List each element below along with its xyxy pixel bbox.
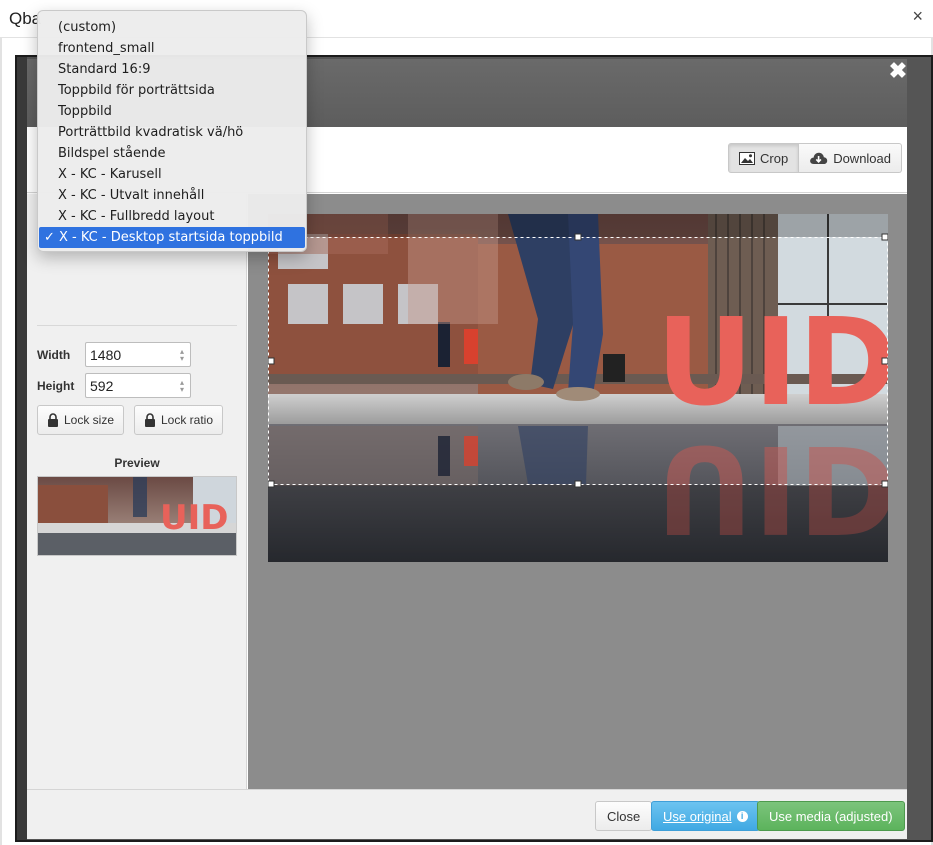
menu-item[interactable]: (custom) xyxy=(38,17,306,38)
mode-button-group: Crop Download xyxy=(728,143,903,173)
menu-item[interactable]: Toppbild för porträttsida xyxy=(38,80,306,101)
info-icon: i xyxy=(736,810,748,822)
height-row: Height 592 ▴ ▾ xyxy=(37,373,191,398)
crop-preview: UID xyxy=(37,476,237,556)
lock-icon xyxy=(48,413,58,427)
menu-item[interactable]: X - KC - Utvalt innehåll xyxy=(38,185,306,206)
use-media-adjusted-button[interactable]: Use media (adjusted) xyxy=(757,801,905,831)
crop-workarea: UID UID xyxy=(248,194,907,789)
width-input[interactable]: 1480 ▴ ▾ xyxy=(85,342,191,367)
overlay-edge xyxy=(17,57,27,840)
width-stepper[interactable]: ▴ ▾ xyxy=(180,347,184,362)
preview-title: Preview xyxy=(114,456,160,470)
menu-item[interactable]: Toppbild xyxy=(38,101,306,122)
width-value: 1480 xyxy=(90,346,122,363)
outer-close-icon[interactable]: × xyxy=(912,6,923,27)
height-label: Height xyxy=(37,378,75,393)
lock-ratio-button[interactable]: Lock ratio xyxy=(134,405,224,435)
use-original-button[interactable]: Use original i xyxy=(651,801,760,831)
sidebar-divider xyxy=(37,325,237,326)
lock-ratio-label: Lock ratio xyxy=(161,413,214,427)
image-icon xyxy=(739,151,755,165)
uid-letters: UID xyxy=(656,294,888,433)
dialog-footer: Close Use original i Use media (adjusted… xyxy=(27,789,907,839)
close-button[interactable]: Close xyxy=(595,801,653,831)
lock-size-button[interactable]: Lock size xyxy=(37,405,125,435)
preview-uid-text: UID xyxy=(160,498,228,538)
lock-size-label: Lock size xyxy=(64,413,115,427)
use-original-label: Use original xyxy=(663,808,732,824)
menu-item[interactable]: Porträttbild kvadratisk vä/hö xyxy=(38,122,306,143)
modal-close-icon[interactable]: ✖ xyxy=(888,60,908,82)
crop-button-label: Crop xyxy=(760,150,789,166)
preset-dropdown-menu: (custom) frontend_small Standard 16:9 To… xyxy=(37,10,307,252)
menu-item[interactable]: X - KC - Fullbredd layout xyxy=(38,206,306,227)
height-stepper[interactable]: ▴ ▾ xyxy=(180,378,184,393)
checkmark-icon: ✓ xyxy=(44,230,55,245)
width-label: Width xyxy=(37,347,71,362)
crop-sidebar: Width 1480 ▴▾ Height 592 ▴▾ Lock size xyxy=(27,194,247,789)
menu-item[interactable]: X - KC - Karusell xyxy=(38,164,306,185)
crop-image[interactable]: UID UID xyxy=(268,214,888,562)
menu-item[interactable]: Bildspel stående xyxy=(38,143,306,164)
cloud-download-icon xyxy=(810,152,828,164)
download-button[interactable]: Download xyxy=(799,143,903,173)
preview-image: UID xyxy=(38,477,236,555)
height-input[interactable]: 592 ▴ ▾ xyxy=(85,373,191,398)
crop-button[interactable]: Crop xyxy=(728,143,800,173)
menu-item[interactable]: Standard 16:9 xyxy=(38,59,306,80)
download-button-label: Download xyxy=(833,150,892,166)
menu-item-selected[interactable]: ✓ X - KC - Desktop startsida toppbild xyxy=(39,227,305,248)
height-value: 592 xyxy=(90,377,114,394)
lock-icon xyxy=(145,413,155,427)
photo-canvas: UID UID xyxy=(268,214,888,562)
menu-item[interactable]: frontend_small xyxy=(38,38,306,59)
width-row: Width 1480 ▴ ▾ xyxy=(37,342,191,367)
